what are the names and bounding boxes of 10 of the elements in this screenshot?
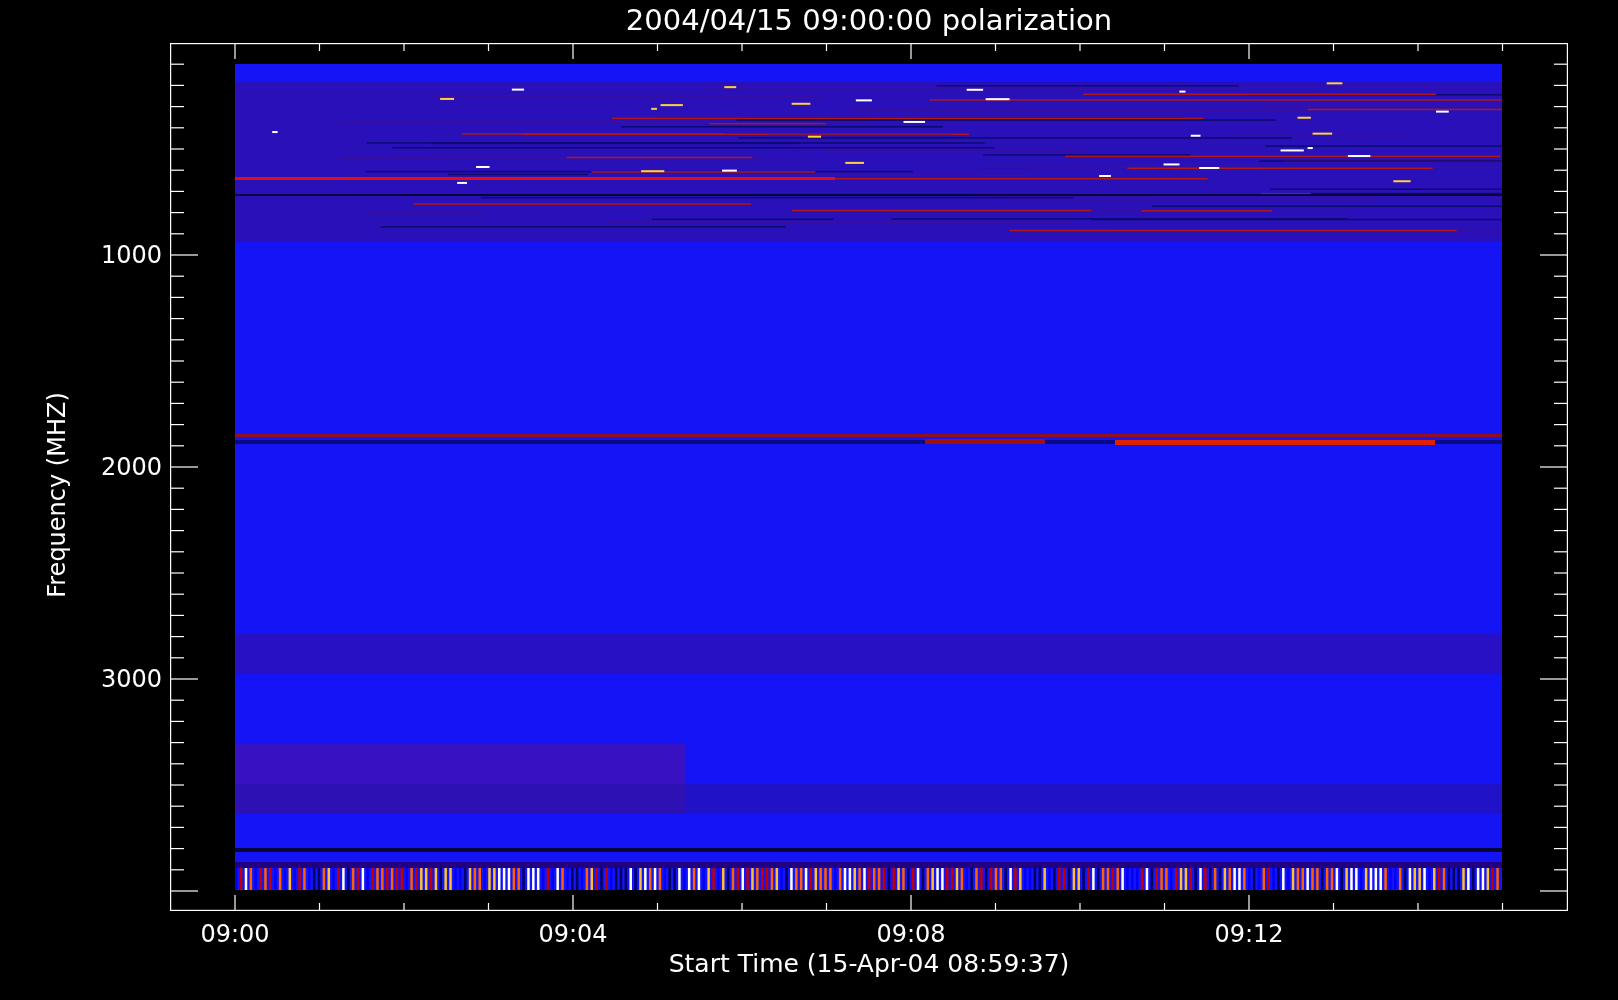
x-tick-label: 09:04: [538, 919, 608, 949]
x-tick-label: 09:00: [200, 919, 270, 949]
y-tick-label: 3000: [100, 664, 162, 694]
x-tick-label: 09:08: [876, 919, 946, 949]
y-tick-label: 1000: [100, 240, 162, 270]
x-tick-label: 09:12: [1214, 919, 1284, 949]
chart-title: 2004/04/15 09:00:00 polarization: [625, 2, 1113, 39]
x-axis-title: Start Time (15-Apr-04 08:59:37): [668, 949, 1070, 979]
y-axis-title: Frequency (MHZ): [42, 392, 72, 598]
y-tick-label: 2000: [100, 452, 162, 482]
